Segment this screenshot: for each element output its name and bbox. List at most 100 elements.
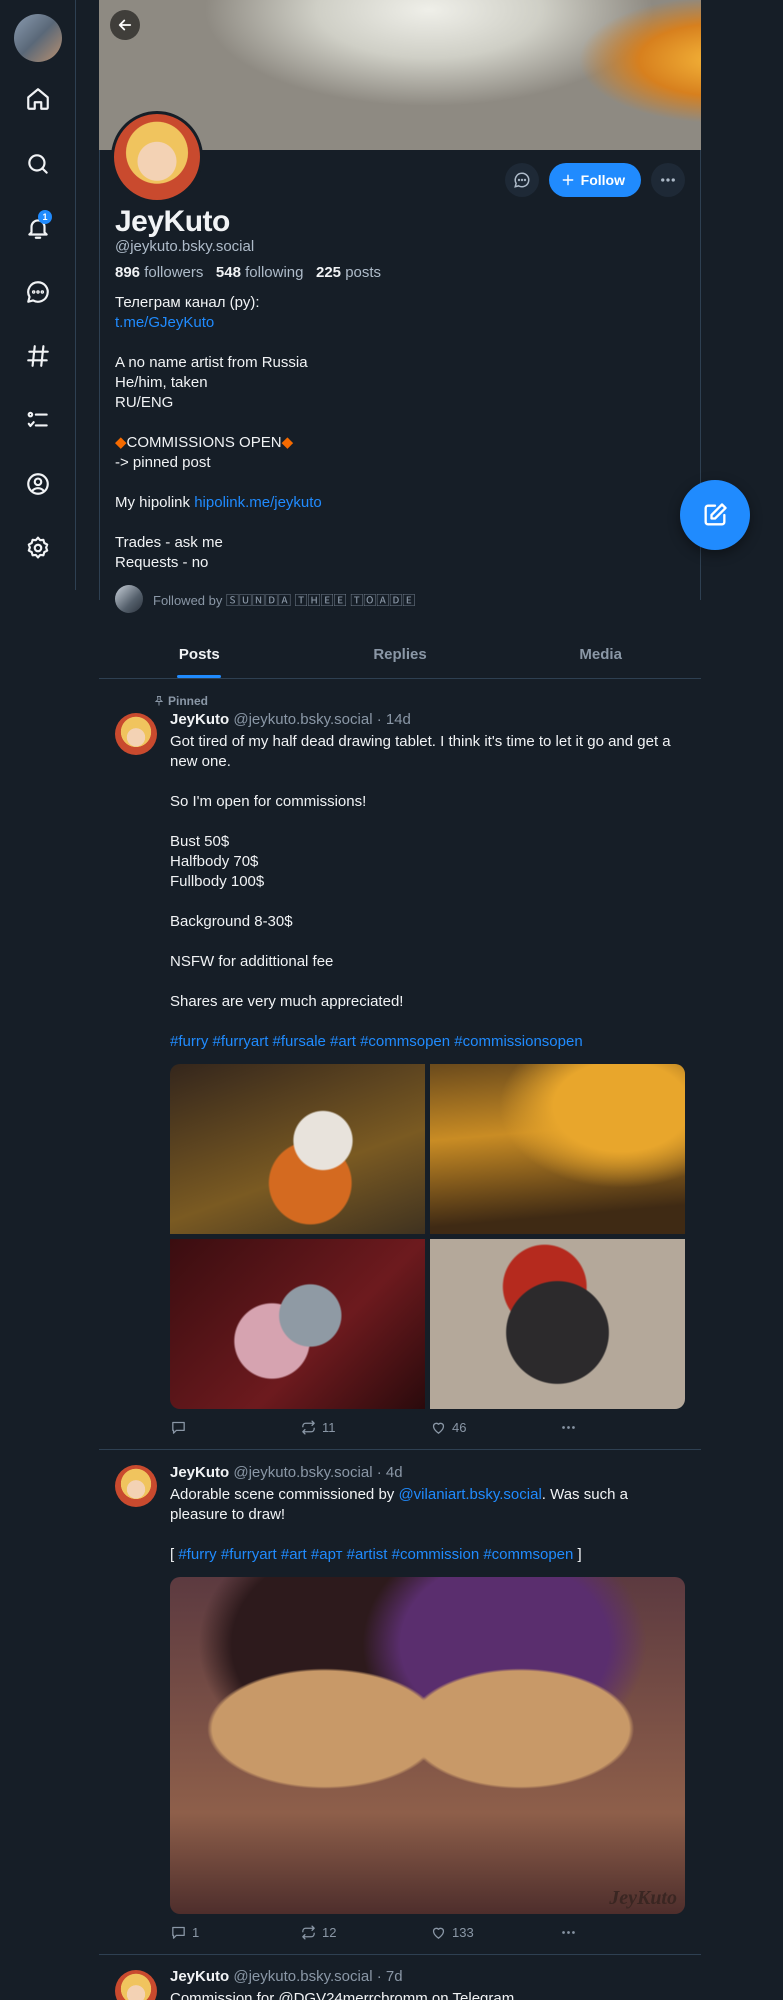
like-button[interactable]: 133 (430, 1924, 560, 1941)
artist-watermark: JeyKuto (609, 1887, 677, 1909)
followers-link[interactable]: 896 followers (115, 264, 203, 281)
post-hashtags[interactable]: #furry #furryart #art #арт #artist #comm… (178, 1546, 573, 1563)
bio-telegram-link[interactable]: t.me/GJeyKuto (115, 314, 214, 331)
chat-nav-button[interactable] (18, 272, 58, 312)
post-image[interactable] (430, 1064, 685, 1234)
post-action-bar: 11 46 (170, 1417, 600, 1437)
profile-tabs: Posts Replies Media (99, 631, 701, 679)
tab-replies[interactable]: Replies (300, 631, 501, 678)
current-user-avatar[interactable] (14, 14, 62, 62)
list-icon (27, 411, 48, 428)
like-button[interactable]: 46 (430, 1419, 560, 1436)
post-image[interactable] (170, 1239, 425, 1409)
plus-icon (562, 174, 574, 186)
like-count: 46 (452, 1419, 467, 1435)
feed-post[interactable]: Pinned JeyKuto @jeykuto.bsky.social · 14… (99, 680, 701, 1450)
followed-by[interactable]: Followed by 🅂🅄🄽🄳🄰 🅃🄷🄴🄴 🅃🄾🄰🄳🄴 (115, 585, 415, 613)
following-count: 548 (215, 264, 241, 281)
bio-hipolink-prefix: My hipolink (115, 494, 195, 511)
followed-by-text: Followed by 🅂🅄🄽🄳🄰 🅃🄷🄴🄴 🅃🄾🄰🄳🄴 (153, 592, 416, 608)
bio-trades-text: Trades - ask me Requests - no (115, 534, 223, 571)
search-nav-button[interactable] (18, 144, 58, 184)
pin-icon (154, 696, 164, 706)
post-image[interactable]: JeyKuto (170, 1577, 685, 1914)
post-author-avatar[interactable] (115, 1970, 157, 2000)
arrow-left-icon (118, 19, 132, 31)
post-tags-line: [ #furry #furryart #art #арт #artist #co… (170, 1545, 685, 1565)
bio-hipolink-link[interactable]: hipolink.me/jeykuto (194, 494, 322, 511)
profile-nav-button[interactable] (18, 464, 58, 504)
heart-icon (432, 1927, 445, 1939)
post-header: JeyKuto @jeykuto.bsky.social · 4d (170, 1464, 403, 1481)
post-meta: @jeykuto.bsky.social · 14d (233, 711, 411, 728)
feed-post[interactable]: JeyKuto @jeykuto.bsky.social · 7d Commis… (99, 1956, 701, 2000)
settings-nav-button[interactable] (18, 528, 58, 568)
post-author-avatar[interactable] (115, 1465, 157, 1507)
profile-bio: Телеграм канал (ру): t.me/GJeyKuto A no … (115, 293, 675, 573)
compose-post-button[interactable] (680, 480, 750, 550)
post-mention-link[interactable]: @vilaniart.bsky.social (398, 1486, 541, 1503)
profile-actions: Follow (504, 163, 685, 197)
repost-button[interactable]: 11 (300, 1419, 430, 1436)
more-options-button[interactable] (651, 163, 685, 197)
repost-button[interactable]: 12 (300, 1924, 430, 1941)
post-image[interactable] (170, 1064, 425, 1234)
follow-button[interactable]: Follow (548, 163, 641, 197)
ellipsis-icon (661, 178, 675, 182)
notification-badge: 1 (38, 210, 52, 224)
post-hashtags[interactable]: #furry #furryart #fursale #art #commsope… (170, 1032, 685, 1052)
left-nav-rail: 1 (0, 0, 76, 590)
profile-handle: @jeykuto.bsky.social (115, 238, 255, 255)
following-link[interactable]: 548 following (216, 264, 304, 281)
post-text-prefix: Adorable scene commissioned by (170, 1486, 399, 1503)
reply-button[interactable] (170, 1419, 300, 1436)
settings-icon (27, 536, 49, 559)
profile-avatar[interactable] (111, 111, 203, 203)
profile-icon (27, 473, 49, 495)
post-author-name[interactable]: JeyKuto (170, 1464, 229, 1481)
tab-media[interactable]: Media (500, 631, 701, 678)
followers-label: followers (144, 264, 204, 281)
pinned-label: Pinned (168, 694, 209, 708)
notifications-nav-button[interactable]: 1 (18, 208, 58, 248)
heart-icon (432, 1422, 445, 1434)
post-author-avatar[interactable] (115, 713, 157, 755)
reply-icon (172, 1926, 185, 1939)
post-meta: @jeykuto.bsky.social · 4d (233, 1464, 403, 1481)
home-nav-button[interactable] (18, 79, 58, 119)
repost-icon (302, 1924, 315, 1940)
pinned-indicator: Pinned (153, 694, 208, 708)
post-image-grid (170, 1064, 685, 1409)
post-header: JeyKuto @jeykuto.bsky.social · 14d (170, 711, 411, 728)
post-more-button[interactable] (560, 1419, 577, 1436)
commissions-diamond-icon: ◆ (115, 434, 127, 451)
feed-post[interactable]: JeyKuto @jeykuto.bsky.social · 4d Adorab… (99, 1451, 701, 1955)
bio-telegram-text: Телеграм канал (ру): (115, 294, 260, 311)
post-author-name[interactable]: JeyKuto (170, 711, 229, 728)
follow-label: Follow (580, 172, 625, 188)
lists-nav-button[interactable] (18, 400, 58, 440)
hashtag-icon (27, 345, 49, 367)
bio-pinned-hint: -> pinned post (115, 454, 211, 471)
post-meta: @jeykuto.bsky.social · 7d (233, 1968, 403, 1985)
compose-icon (704, 503, 727, 526)
posts-label: posts (345, 264, 382, 281)
home-icon (27, 88, 49, 110)
followers-count: 896 (115, 264, 141, 281)
display-name: JeyKuto (115, 205, 230, 238)
post-image[interactable] (430, 1239, 685, 1409)
commissions-diamond-icon: ◆ (281, 434, 294, 451)
tab-posts[interactable]: Posts (99, 631, 300, 678)
reply-count: 1 (192, 1924, 200, 1940)
repost-icon (302, 1419, 315, 1435)
post-author-name[interactable]: JeyKuto (170, 1968, 229, 1985)
reply-icon (172, 1421, 185, 1434)
chat-icon (513, 172, 530, 188)
feeds-nav-button[interactable] (18, 336, 58, 376)
message-button[interactable] (504, 163, 539, 197)
post-more-button[interactable] (560, 1924, 577, 1941)
search-icon (28, 154, 48, 174)
back-button[interactable] (110, 10, 140, 40)
reply-button[interactable]: 1 (170, 1924, 300, 1941)
repost-count: 11 (322, 1419, 336, 1435)
